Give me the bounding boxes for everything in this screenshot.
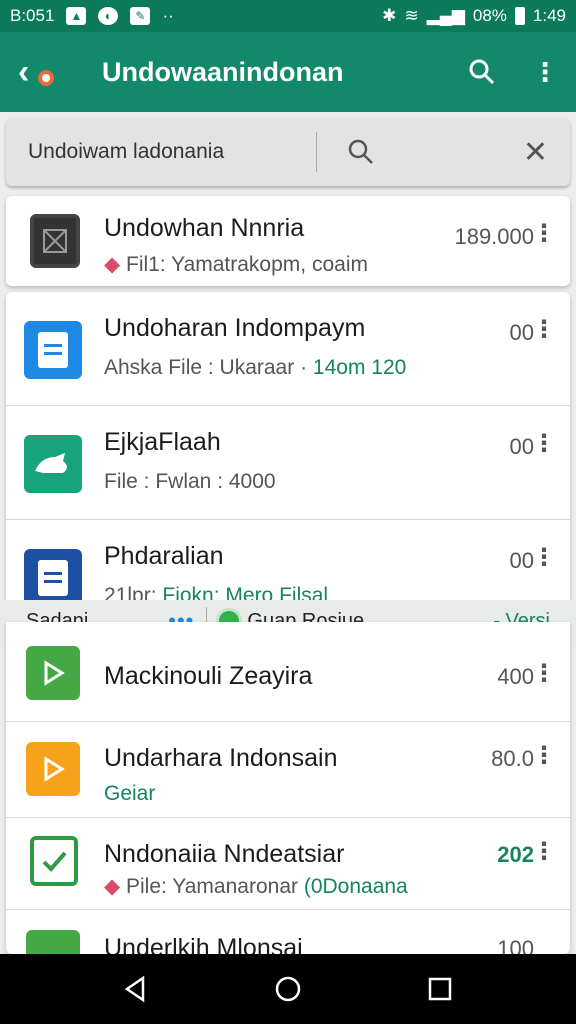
item-title: Undoharan Indompaym bbox=[104, 314, 366, 342]
battery-icon bbox=[514, 7, 525, 25]
play-icon bbox=[26, 742, 80, 796]
close-icon[interactable]: ✕ bbox=[523, 135, 548, 170]
list-item[interactable]: Underlkih Mlonsai 100 bbox=[6, 910, 570, 954]
item-subtitle: Ahska File : Ukaraar · 14om 120 bbox=[104, 356, 407, 379]
check-icon bbox=[30, 836, 78, 886]
list-item[interactable]: Mackinouli Zeayira 400 ⋮ bbox=[6, 622, 570, 722]
list-item[interactable]: Phdaralian 21lpr: Fiokn: Mero Filsal 00 … bbox=[6, 520, 570, 610]
list-item[interactable]: Undoharan Indompaym Ahska File : Ukaraar… bbox=[6, 292, 570, 406]
gallery-icon: ▲ bbox=[66, 7, 87, 25]
item-more-icon[interactable]: ⋮ bbox=[532, 318, 556, 342]
item-size: 400 bbox=[497, 664, 534, 689]
play-icon bbox=[26, 646, 80, 700]
top-file-card[interactable]: Undowhan Nnnria ◆ Fil1: Yamatrakopm, coa… bbox=[6, 196, 570, 286]
item-more-icon[interactable]: ⋮ bbox=[532, 222, 556, 246]
search-input[interactable]: Undoiwam ladonania bbox=[28, 140, 316, 164]
item-subtitle: Geiar bbox=[104, 782, 156, 805]
item-more-icon[interactable]: ⋮ bbox=[532, 744, 556, 768]
item-subtitle: ◆ Pile: Yamanaronar (0Donaana bbox=[104, 875, 408, 898]
system-nav-bar bbox=[0, 954, 576, 1024]
status-time-left: B:051 bbox=[10, 6, 55, 25]
item-title: Phdaralian bbox=[104, 542, 224, 570]
back-nav-icon[interactable] bbox=[121, 974, 151, 1004]
status-bar: B:051 ▲ ◐ ✎ ·· ✱ ≋ ▂▄▆ 08% 1:49 bbox=[0, 0, 576, 32]
app-logo-icon bbox=[38, 70, 54, 86]
item-more-icon[interactable]: ⋮ bbox=[532, 432, 556, 456]
list-item[interactable]: Undowhan Nnnria ◆ Fil1: Yamatrakopm, coa… bbox=[6, 196, 570, 286]
item-size: 189.000 bbox=[454, 224, 534, 249]
list-item[interactable]: Nndonaiia Nndeatsiar ◆ Pile: Yamanaronar… bbox=[6, 818, 570, 910]
item-title: Undowhan Nnnria bbox=[104, 214, 305, 242]
search-bar[interactable]: Undoiwam ladonania ✕ bbox=[6, 118, 570, 186]
back-arrow-icon: ‹ bbox=[18, 53, 30, 91]
item-title: Underlkih Mlonsai bbox=[104, 934, 303, 954]
list-item[interactable]: Undarhara Indonsain Geiar 80.0 ⋮ bbox=[6, 722, 570, 818]
page-title: Undowaanindonan bbox=[102, 56, 344, 87]
wifi-icon: ≋ bbox=[404, 6, 419, 25]
tag-icon: ◆ bbox=[104, 875, 121, 898]
item-more-icon[interactable]: ⋮ bbox=[532, 840, 556, 864]
item-size: 00 bbox=[509, 548, 534, 573]
item-title: Nndonaiia Nndeatsiar bbox=[104, 840, 345, 868]
document-icon bbox=[24, 549, 82, 607]
item-size: 100 bbox=[497, 936, 534, 954]
item-subtitle: File : Fwlan : 4000 bbox=[104, 470, 276, 493]
document-icon bbox=[26, 930, 80, 954]
more-vert-icon[interactable]: ⋮ bbox=[532, 59, 558, 85]
bluetooth-icon: ✱ bbox=[382, 6, 397, 25]
item-size: 80.0 bbox=[491, 746, 534, 771]
search-icon[interactable] bbox=[468, 58, 496, 86]
recents-nav-icon[interactable] bbox=[425, 974, 455, 1004]
app-bar: ‹ Undowaanindonan ⋮ bbox=[0, 32, 576, 112]
file-icon bbox=[30, 214, 80, 268]
clock: 1:49 bbox=[532, 6, 566, 25]
battery-percent: 08% bbox=[472, 6, 507, 25]
item-size: 00 bbox=[509, 320, 534, 345]
item-more-icon[interactable]: ⋮ bbox=[532, 662, 556, 686]
signal-icon: ▂▄▆ bbox=[426, 6, 465, 25]
app-notification-icon: ◐ bbox=[98, 7, 119, 25]
item-size: 202 bbox=[497, 842, 534, 867]
item-title: EjkjaFlaah bbox=[104, 428, 221, 456]
file-list-card-2: Mackinouli Zeayira 400 ⋮ Undarhara Indon… bbox=[6, 622, 570, 954]
more-notifications-icon: ·· bbox=[162, 6, 174, 25]
back-button[interactable]: ‹ bbox=[18, 48, 66, 96]
home-nav-icon[interactable] bbox=[273, 974, 303, 1004]
search-icon[interactable] bbox=[347, 138, 375, 166]
item-title: Mackinouli Zeayira bbox=[104, 662, 313, 690]
list-item[interactable]: EjkjaFlaah File : Fwlan : 4000 00 ⋮ bbox=[6, 406, 570, 520]
item-more-icon[interactable]: ⋮ bbox=[532, 546, 556, 570]
media-icon bbox=[24, 435, 82, 493]
item-subtitle: ◆ Fil1: Yamatrakopm, coaim bbox=[104, 253, 368, 276]
edit-notification-icon: ✎ bbox=[130, 7, 151, 25]
document-icon bbox=[24, 321, 82, 379]
search-divider bbox=[315, 132, 317, 172]
item-size: 00 bbox=[509, 434, 534, 459]
tag-icon: ◆ bbox=[104, 253, 121, 276]
file-list-card: Undoharan Indompaym Ahska File : Ukaraar… bbox=[6, 292, 570, 610]
item-title: Undarhara Indonsain bbox=[104, 744, 338, 772]
